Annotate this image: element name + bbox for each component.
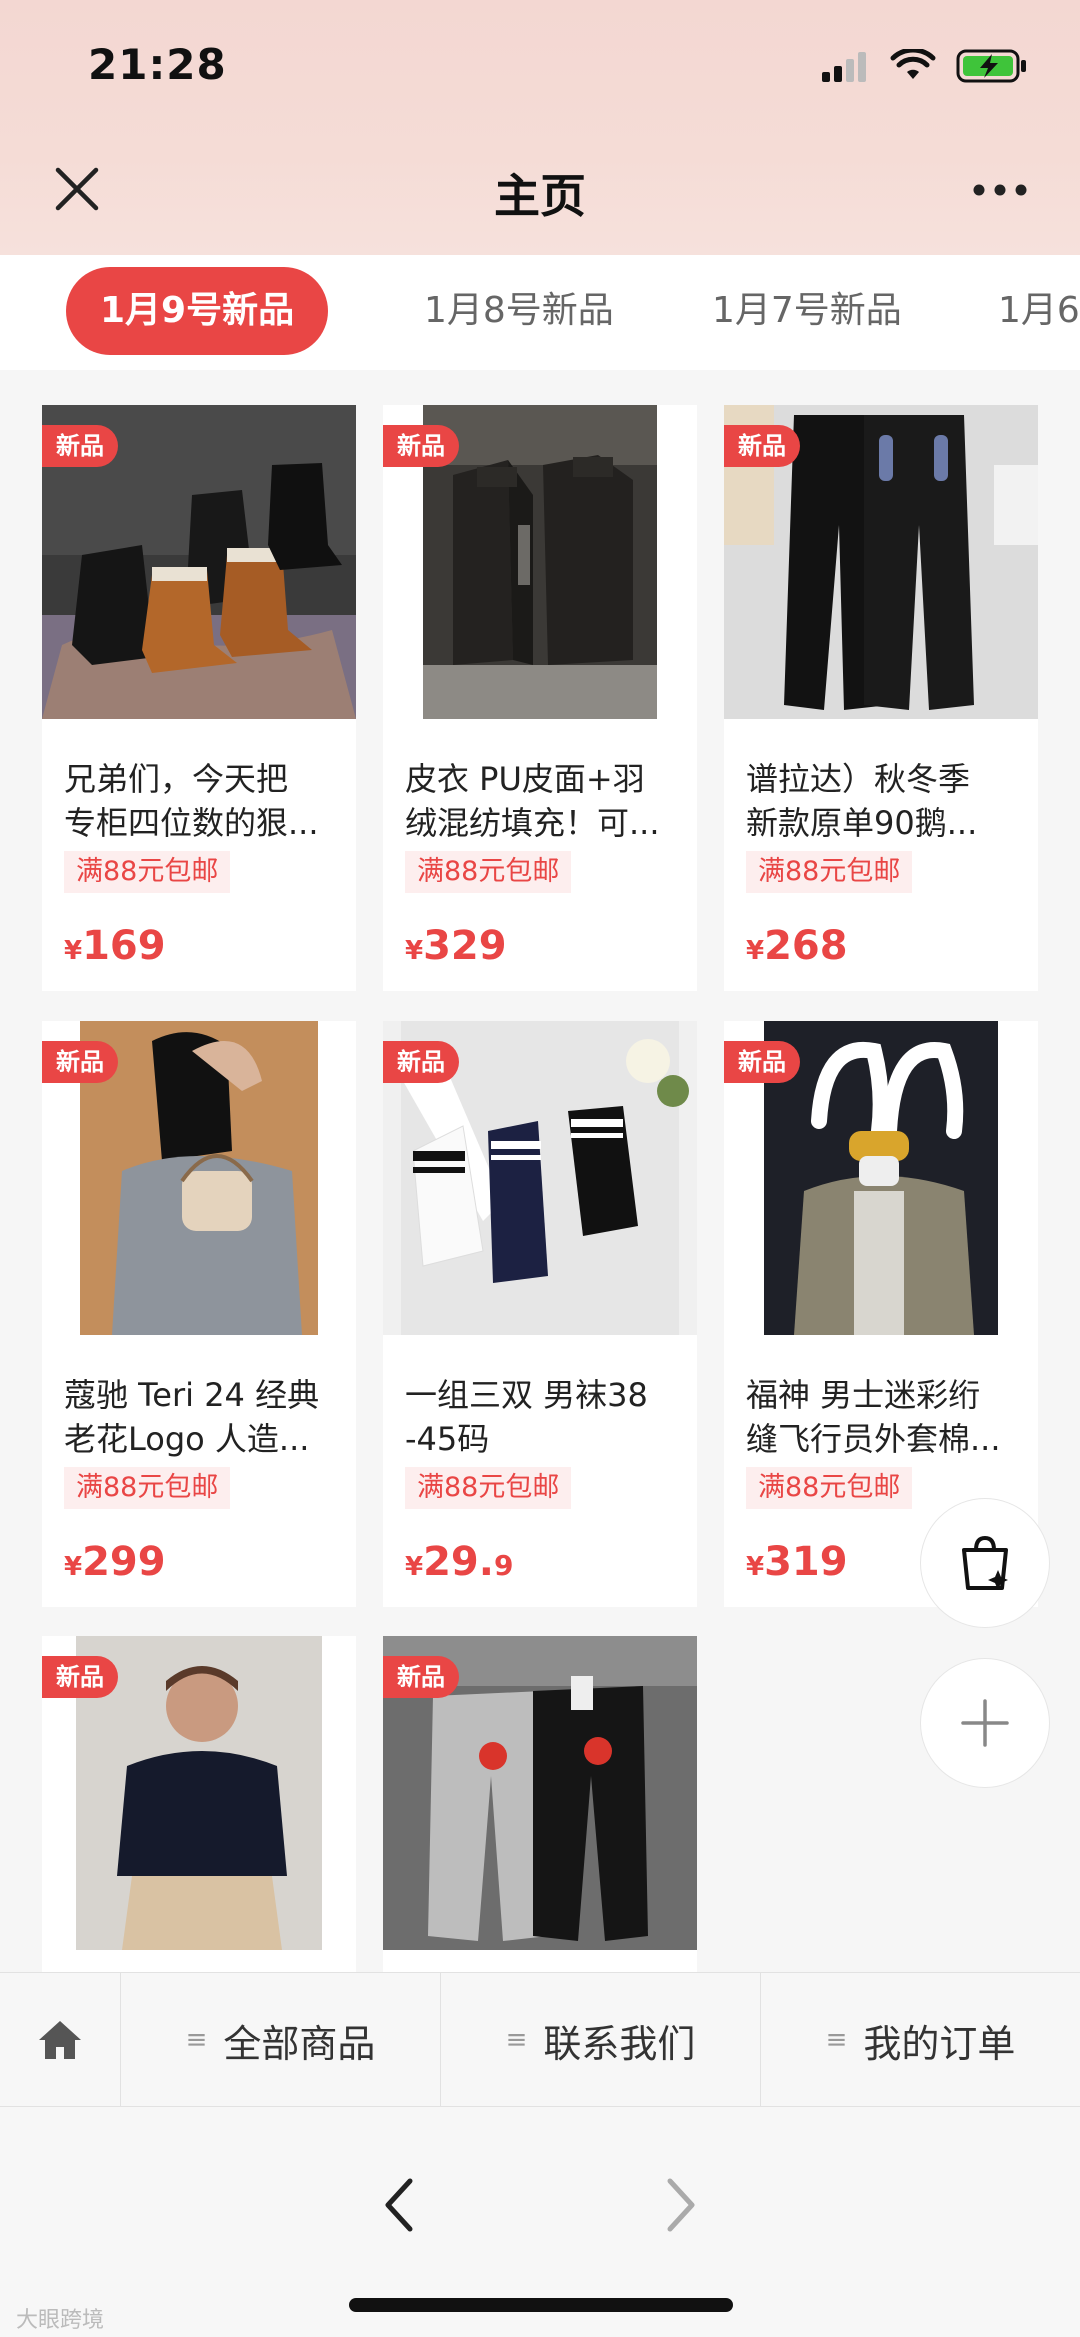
new-badge: 新品 (383, 425, 459, 467)
more-dots-icon (973, 184, 1027, 196)
product-price: ¥169 (64, 923, 166, 969)
product-image: 新品 (42, 405, 356, 719)
tab-jan-8[interactable]: 1月8号新品 (424, 267, 614, 355)
new-badge: 新品 (724, 425, 800, 467)
nav-label: 联系我们 (543, 2021, 696, 2066)
home-icon (39, 2021, 81, 2059)
product-title: 福神 男士迷彩绗 缝飞行员外套棉... (746, 1376, 1001, 1458)
menu-icon: ≡ (505, 2025, 528, 2055)
nav-label: 全部商品 (223, 2021, 376, 2066)
product-title: 皮衣 PU皮面+羽 绒混纺填充！可... (405, 760, 660, 842)
tab-jan-6[interactable]: 1月6 (998, 267, 1080, 355)
free-shipping-tag: 满88元包邮 (746, 1467, 913, 1509)
back-button[interactable] (376, 2175, 426, 2235)
signal-icon (822, 52, 866, 82)
status-icons (822, 48, 1028, 84)
product-title: 一组三双 男袜38 -45码 (405, 1376, 648, 1458)
nav-contact-us[interactable]: ≡ 联系我们 (441, 1973, 760, 2107)
bottom-navigation: ≡ 全部商品 ≡ 联系我们 ≡ 我的订单 (0, 1972, 1080, 2107)
product-image: 新品 (42, 1636, 356, 1950)
nav-label: 我的订单 (863, 2021, 1016, 2066)
home-indicator (349, 2298, 733, 2312)
free-shipping-tag: 满88元包邮 (405, 851, 572, 893)
home-button[interactable] (0, 1973, 120, 2107)
wifi-icon (890, 49, 936, 79)
plus-icon (961, 1699, 1009, 1747)
forward-button[interactable] (654, 2175, 704, 2235)
new-badge: 新品 (42, 1656, 118, 1698)
product-card[interactable]: 新品 兄弟们，今天把 专柜四位数的狠... 满88元包邮 ¥169 (42, 405, 356, 991)
product-image: 新品 (383, 405, 697, 719)
free-shipping-tag: 满88元包邮 (64, 1467, 231, 1509)
nav-all-products[interactable]: ≡ 全部商品 (121, 1973, 440, 2107)
new-badge: 新品 (724, 1041, 800, 1083)
free-shipping-tag: 满88元包邮 (64, 851, 231, 893)
product-card[interactable]: 新品 谱拉达）秋冬季 新款原单90鹅... 满88元包邮 ¥268 (724, 405, 1038, 991)
status-time: 21:28 (88, 40, 227, 89)
tab-jan-7[interactable]: 1月7号新品 (712, 267, 902, 355)
shopping-bag-button[interactable] (920, 1498, 1050, 1628)
product-card[interactable]: 新品 (42, 1636, 356, 1972)
date-tabs: 1月9号新品 1月8号新品 1月7号新品 1月6 (0, 255, 1080, 370)
product-title: 谱拉达）秋冬季 新款原单90鹅... (746, 760, 978, 842)
product-image: 新品 (724, 1021, 1038, 1335)
page-title: 主页 (494, 169, 586, 223)
product-image: 新品 (383, 1636, 697, 1950)
add-button[interactable] (920, 1658, 1050, 1788)
new-badge: 新品 (42, 1041, 118, 1083)
nav-my-orders[interactable]: ≡ 我的订单 (761, 1973, 1080, 2107)
product-image: 新品 (724, 405, 1038, 719)
product-card[interactable]: 新品 蔻驰 Teri 24 经典 老花Logo 人造... 满88元包邮 ¥299 (42, 1021, 356, 1607)
chevron-left-icon (385, 2178, 413, 2232)
product-price: ¥29.9 (405, 1539, 514, 1585)
watermark: 大眼跨境 (16, 2308, 105, 2333)
product-card[interactable]: 新品 皮衣 PU皮面+羽 绒混纺填充！可... 满88元包邮 ¥329 (383, 405, 697, 991)
shopping-bag-icon (962, 1535, 1008, 1590)
free-shipping-tag: 满88元包邮 (405, 1467, 572, 1509)
menu-icon: ≡ (185, 2025, 208, 2055)
product-title: 兄弟们，今天把 专柜四位数的狠... (64, 760, 319, 842)
product-price: ¥329 (405, 923, 507, 969)
new-badge: 新品 (383, 1041, 459, 1083)
new-badge: 新品 (42, 425, 118, 467)
new-badge: 新品 (383, 1656, 459, 1698)
chevron-right-icon (667, 2178, 695, 2232)
tab-jan-9[interactable]: 1月9号新品 (66, 267, 329, 355)
product-image: 新品 (42, 1021, 356, 1335)
product-price: ¥268 (746, 923, 848, 969)
battery-charging-icon (956, 49, 1026, 83)
product-card[interactable]: 新品 (383, 1636, 697, 1972)
free-shipping-tag: 满88元包邮 (746, 851, 913, 893)
product-title: 蔻驰 Teri 24 经典 老花Logo 人造... (64, 1376, 320, 1458)
product-price: ¥319 (746, 1539, 848, 1585)
product-price: ¥299 (64, 1539, 166, 1585)
more-options-button[interactable] (970, 170, 1030, 210)
product-card[interactable]: 新品 一组三双 男袜38 -45码 满88元包邮 ¥29.9 (383, 1021, 697, 1607)
product-image: 新品 (383, 1021, 697, 1335)
menu-icon: ≡ (825, 2025, 848, 2055)
